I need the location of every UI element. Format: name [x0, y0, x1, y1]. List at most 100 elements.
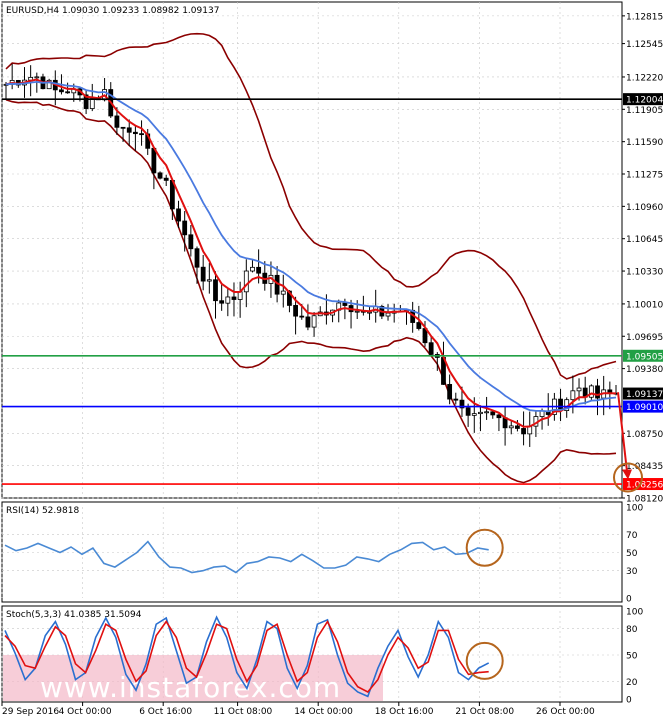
candle-body — [176, 208, 181, 222]
candle-body — [34, 76, 40, 79]
candle-body — [151, 147, 157, 174]
current-price-label: 1.09137 — [626, 390, 663, 400]
price-tick-label: 1.12220 — [626, 73, 663, 83]
candle-body — [354, 310, 360, 313]
time-tick-label: 14 Oct 00:00 — [294, 707, 353, 717]
stoch-panel: www.instaforex.com 1008050200 Stoch(5,3,… — [1, 605, 643, 706]
candle-body — [225, 296, 231, 304]
rsi-panel-title: RSI(14) 52.9818 — [6, 506, 79, 516]
osc-tick-label: 70 — [626, 531, 638, 541]
osc-tick-label: 50 — [626, 652, 638, 662]
candle-body — [163, 177, 169, 181]
rsi-panel: 100 70 50 30 0 RSI(14) 52.9818 — [1, 501, 643, 605]
candle-body — [447, 384, 453, 400]
candle-body — [293, 305, 298, 317]
candle-body — [299, 315, 305, 318]
candle-body — [200, 266, 206, 282]
candle-body — [59, 89, 64, 93]
candle-body — [182, 220, 188, 236]
time-tick-label: 6 Oct 16:00 — [139, 707, 192, 717]
chart-canvas: 1.12004 1.09505 1.09010 1.08256 1.09137 1.12… — [1, 1, 663, 717]
candle-body — [508, 425, 514, 429]
candle-body — [471, 413, 477, 416]
candle-body — [126, 127, 132, 133]
price-tick-label: 1.10960 — [626, 203, 663, 213]
price-tick-label: 1.09695 — [626, 333, 663, 343]
time-axis: 29 Sep 2016 4 Oct 00:00 6 Oct 16:00 11 Oct … — [1, 702, 595, 717]
time-tick-label: 4 Oct 00:00 — [59, 707, 112, 717]
candle-body — [521, 428, 526, 435]
osc-tick-label: 0 — [626, 595, 632, 605]
candle-body — [496, 414, 502, 419]
candle-body — [237, 291, 243, 300]
price-panel-frame — [1, 1, 623, 499]
stoch-axis: 100 80 50 20 0 — [626, 608, 643, 706]
candle-body — [206, 279, 212, 282]
level-label: 1.12004 — [626, 96, 663, 106]
price-panel: 1.12004 1.09505 1.09010 1.08256 1.09137 1.12… — [1, 1, 663, 505]
price-tick-label: 1.12545 — [626, 40, 663, 50]
osc-tick-label: 100 — [626, 608, 643, 618]
level-label: 1.08256 — [626, 481, 663, 491]
candle-body — [570, 390, 576, 401]
osc-tick-label: 30 — [626, 567, 638, 577]
candle-body — [515, 425, 520, 429]
candle-body — [595, 385, 600, 399]
time-tick-label: 11 Oct 08:00 — [214, 707, 273, 717]
candle-body — [188, 234, 194, 250]
level-label: 1.09505 — [626, 352, 663, 362]
time-tick-label: 18 Oct 16:00 — [375, 707, 434, 717]
price-tick-label: 1.10330 — [626, 268, 663, 278]
price-panel-title: EURUSD,H4 1.09030 1.09233 1.08982 1.0913… — [6, 6, 219, 16]
candle-body — [588, 385, 594, 398]
osc-tick-label: 100 — [626, 504, 643, 514]
candle-body — [367, 311, 372, 314]
candle-body — [484, 411, 490, 414]
candle-body — [213, 279, 218, 302]
time-tick-label: 21 Oct 08:00 — [455, 707, 514, 717]
candle-body — [139, 133, 144, 136]
candle-body — [89, 98, 95, 109]
candle-body — [157, 172, 163, 179]
price-tick-label: 1.09380 — [626, 365, 663, 375]
price-tick-label: 1.10645 — [626, 235, 663, 245]
candle-body — [219, 300, 225, 304]
price-tick-label: 1.11275 — [626, 171, 663, 181]
candle-body — [478, 411, 483, 415]
candle-body — [311, 315, 317, 328]
candle-body — [114, 115, 120, 128]
time-tick-label: 26 Oct 00:00 — [536, 707, 595, 717]
candle-body — [305, 316, 311, 328]
price-tick-label: 1.12815 — [626, 12, 663, 22]
osc-tick-label: 80 — [626, 625, 638, 635]
candle-body — [280, 290, 286, 295]
candle-body — [256, 266, 262, 274]
candle-body — [65, 91, 71, 94]
candle-body — [194, 248, 200, 268]
level-label: 1.09010 — [626, 403, 663, 413]
candle-body — [453, 398, 459, 401]
candle-body — [465, 407, 471, 416]
price-tick-label: 1.10010 — [626, 300, 663, 310]
candle-body — [132, 131, 138, 135]
osc-tick-label: 50 — [626, 549, 638, 559]
price-tick-label: 1.08750 — [626, 430, 663, 440]
stoch-panel-title: Stoch(5,3,3) 41.0385 31.5094 — [6, 610, 142, 620]
candle-body — [576, 387, 582, 392]
osc-tick-label: 20 — [626, 678, 638, 688]
candle-body — [231, 296, 237, 300]
candle-body — [120, 126, 126, 129]
candle-body — [243, 270, 249, 293]
price-tick-label: 1.11905 — [626, 106, 663, 116]
rsi-axis: 100 70 50 30 0 — [626, 504, 643, 605]
candle-body — [428, 342, 434, 355]
candle-body — [385, 312, 391, 317]
price-tick-label: 1.11590 — [626, 138, 663, 148]
forecast-arrow-head — [622, 469, 632, 480]
candle-body — [416, 322, 422, 329]
time-tick-label: 29 Sep 2016 — [2, 707, 59, 717]
osc-tick-label: 0 — [626, 696, 632, 706]
candle-body — [342, 302, 348, 306]
price-axis: 1.12815 1.12545 1.12220 1.11905 1.11590 1.112… — [622, 12, 663, 505]
candle-body — [490, 411, 496, 416]
